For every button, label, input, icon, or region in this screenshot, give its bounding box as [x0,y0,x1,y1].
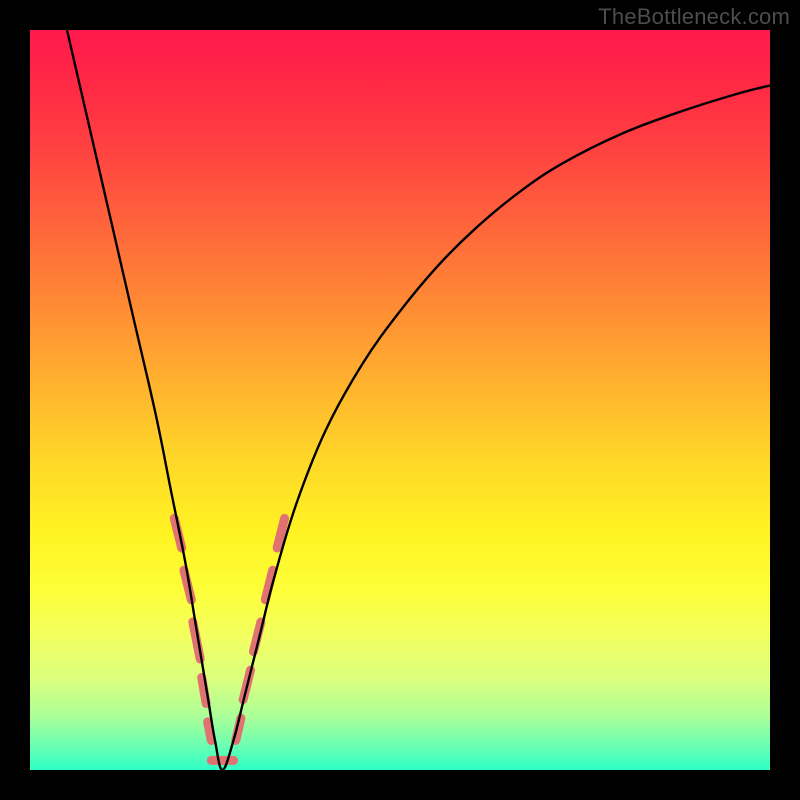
highlight-dash [208,722,212,741]
watermark-text: TheBottleneck.com [598,4,790,30]
bottleneck-curve [67,30,770,770]
chart-svg [30,30,770,770]
plot-area [30,30,770,770]
outer-frame: TheBottleneck.com [0,0,800,800]
highlight-dashes [174,518,284,760]
